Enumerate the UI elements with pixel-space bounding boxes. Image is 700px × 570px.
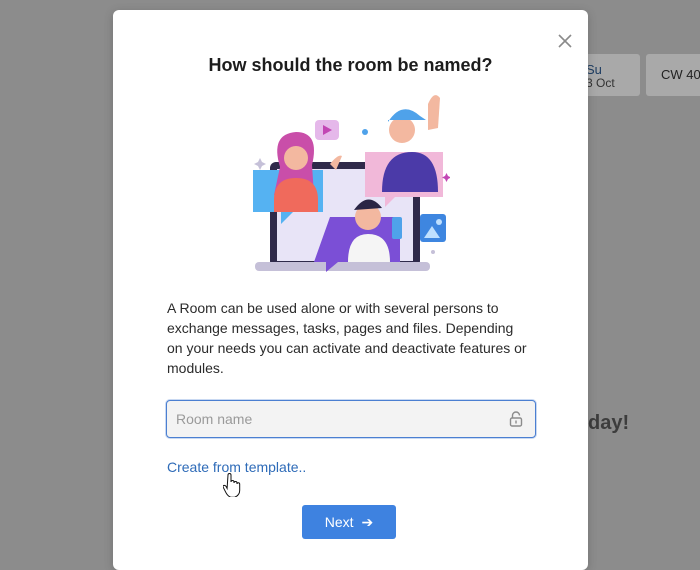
close-icon[interactable] <box>556 32 574 50</box>
calendar-week-label: CW 40 <box>646 54 700 96</box>
arrow-right-icon: ➔ <box>361 513 374 530</box>
lock-icon[interactable] <box>509 411 523 427</box>
dialog-description: A Room can be used alone or with several… <box>167 300 527 376</box>
next-button-label: Next <box>324 514 354 530</box>
dialog-title: How should the room be named? <box>208 55 493 75</box>
room-name-input[interactable] <box>167 401 496 437</box>
hand-cursor-icon <box>223 473 241 497</box>
calendar-week-text: CW 40 <box>661 67 700 82</box>
video-chat-illustration <box>253 95 450 272</box>
calendar-day-date: 3 Oct <box>586 76 615 90</box>
room-name-field[interactable] <box>166 400 536 438</box>
calendar-day-name: Su <box>586 62 602 77</box>
next-button[interactable]: Next ➔ <box>302 505 396 539</box>
background-greeting: day! <box>588 412 630 434</box>
create-room-dialog: How should the room be named? A Room can… <box>113 10 588 570</box>
